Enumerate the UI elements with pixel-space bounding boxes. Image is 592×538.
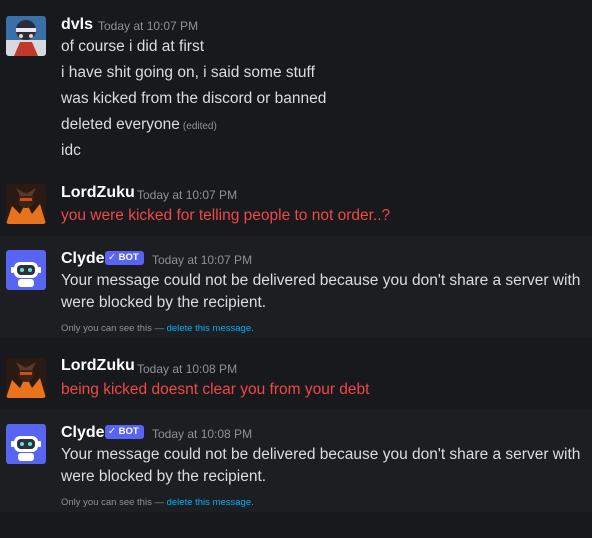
message-text: deleted everyone [61,116,180,133]
username-clyde[interactable]: Clyde [61,424,105,442]
message-line: Your message could not be delivered beca… [61,446,581,463]
checkmark-icon: ✓ [108,426,116,437]
message-clyde-1: Clyde ✓ BOT Today at 10:07 PM Your messa… [0,236,592,338]
avatar-lordzuku[interactable] [6,184,46,224]
message-line: were blocked by the recipient. [61,294,267,311]
message-line: were blocked by the recipient. [61,468,267,485]
bot-badge-label: BOT [118,252,139,263]
message-text: you were kicked for telling people to no… [61,207,391,224]
delete-message-link[interactable]: delete this message. [167,323,254,334]
timestamp[interactable]: Today at 10:07 PM [152,253,252,267]
timestamp[interactable]: Today at 10:07 PM [98,19,198,33]
message-lordzuku-2: LordZuku Today at 10:08 PM being kicked … [0,338,592,410]
bot-badge-label: BOT [118,426,139,437]
message-lordzuku-1: LordZuku Today at 10:07 PM you were kick… [0,170,592,236]
username-lordzuku[interactable]: LordZuku [61,184,135,202]
message-dvls: dvls Today at 10:07 PM of course i did a… [0,0,592,170]
timestamp[interactable]: Today at 10:07 PM [137,188,237,202]
username-dvls[interactable]: dvls [61,16,93,34]
message-line: i have shit going on, i said some stuff [61,64,315,81]
message-line-edited: deleted everyone (edited) [61,116,217,134]
ephemeral-text: Only you can see this — [61,497,167,508]
ephemeral-notice: Only you can see this — delete this mess… [61,323,254,334]
robot-icon[interactable] [6,424,46,464]
delete-message-link[interactable]: delete this message. [167,497,254,508]
timestamp[interactable]: Today at 10:08 PM [137,362,237,376]
username-lordzuku[interactable]: LordZuku [61,357,135,375]
message-line: was kicked from the discord or banned [61,90,327,107]
bot-badge: ✓ BOT [105,425,144,439]
edited-label[interactable]: (edited) [183,121,217,132]
checkmark-icon: ✓ [108,252,116,263]
timestamp[interactable]: Today at 10:08 PM [152,427,252,441]
avatar-dvls[interactable] [6,16,46,56]
message-clyde-2: Clyde ✓ BOT Today at 10:08 PM Your messa… [0,410,592,512]
ephemeral-text: Only you can see this — [61,323,167,334]
ephemeral-notice: Only you can see this — delete this mess… [61,497,254,508]
message-text: being kicked doesnt clear you from your … [61,381,370,398]
avatar-lordzuku[interactable] [6,358,46,398]
message-line: Your message could not be delivered beca… [61,272,581,289]
message-line: of course i did at first [61,38,205,55]
username-clyde[interactable]: Clyde [61,250,105,268]
robot-icon[interactable] [6,250,46,290]
bot-badge: ✓ BOT [105,251,144,265]
message-line: idc [61,142,81,159]
